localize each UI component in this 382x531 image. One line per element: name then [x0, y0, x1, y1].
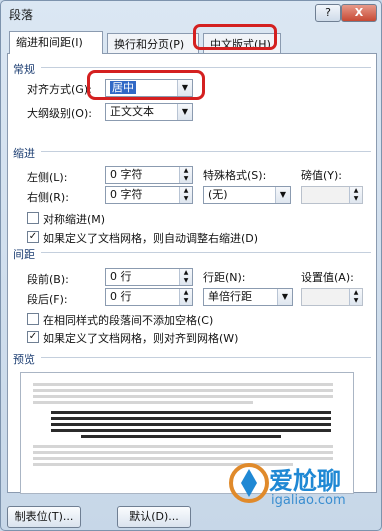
site-watermark: 爱尬聊 igaliao.com — [227, 453, 377, 523]
outline-level-select[interactable]: 正文文本 ▼ — [105, 103, 193, 121]
alignment-label: 对齐方式(G): — [27, 83, 92, 96]
preview-line — [33, 395, 333, 398]
red-highlight-asian-tab — [193, 24, 277, 50]
watermark-logo-icon — [229, 463, 269, 503]
preview-line — [51, 429, 331, 432]
title-bar[interactable]: 段落 ? X — [1, 1, 381, 27]
preview-line — [33, 383, 333, 386]
preview-line — [51, 417, 331, 420]
chevron-down-icon[interactable]: ▼ — [275, 187, 290, 203]
chevron-down-icon[interactable]: ▼ — [177, 104, 192, 120]
space-after-value: 0 行 — [110, 290, 132, 303]
help-button[interactable]: ? — [315, 4, 341, 22]
preview-line — [33, 401, 253, 404]
space-before-label: 段前(B): — [27, 273, 69, 286]
measure-input[interactable]: ▲ ▼ — [301, 186, 363, 204]
section-title-spacing: 间距 — [13, 248, 35, 261]
special-indent-select[interactable]: (无) ▼ — [203, 186, 291, 204]
divider — [41, 67, 371, 68]
snap-to-grid-checkbox[interactable]: ✓ — [27, 331, 39, 343]
left-indent-input[interactable]: 0 字符 ▲ ▼ — [105, 166, 193, 184]
special-indent-value: (无) — [208, 188, 228, 201]
preview-line — [33, 445, 333, 448]
tab-line-page-breaks[interactable]: 换行和分页(P) — [107, 33, 199, 53]
left-indent-label: 左侧(L): — [27, 171, 68, 184]
spinner-arrows-icon[interactable]: ▲ ▼ — [179, 289, 192, 305]
outline-level-value: 正文文本 — [110, 105, 154, 118]
divider — [41, 151, 371, 152]
chevron-down-icon[interactable]: ▼ — [277, 289, 292, 305]
watermark-text: 爱尬聊 — [269, 467, 341, 495]
outline-level-label: 大纲级别(O): — [27, 107, 92, 120]
preview-line — [51, 423, 331, 426]
section-title-general: 常规 — [13, 63, 35, 76]
no-space-same-style-checkbox[interactable] — [27, 313, 39, 325]
line-spacing-select[interactable]: 单倍行距 ▼ — [203, 288, 293, 306]
right-indent-input[interactable]: 0 字符 ▲ ▼ — [105, 186, 193, 204]
default-button[interactable]: 默认(D)... — [117, 506, 191, 528]
measure-label: 磅值(Y): — [301, 169, 343, 182]
tabs-button[interactable]: 制表位(T)... — [7, 506, 81, 528]
right-indent-label: 右侧(R): — [27, 191, 69, 204]
spinner-arrows-icon[interactable]: ▲ ▼ — [349, 289, 362, 305]
mirror-indents-checkbox[interactable] — [27, 212, 39, 224]
special-indent-label: 特殊格式(S): — [203, 169, 267, 182]
preview-line — [33, 389, 333, 392]
dialog-title: 段落 — [9, 8, 34, 22]
line-spacing-value: 单倍行距 — [208, 290, 252, 303]
spinner-arrows-icon[interactable]: ▲ ▼ — [179, 187, 192, 203]
tab-strip: 缩进和间距(I) 换行和分页(P) 中文版式(H) — [7, 29, 377, 54]
line-spacing-label: 行距(N): — [203, 271, 246, 284]
no-space-same-style-label: 在相同样式的段落间不添加空格(C) — [43, 314, 214, 327]
right-indent-value: 0 字符 — [110, 188, 143, 201]
section-title-preview: 预览 — [13, 353, 35, 366]
section-title-indent: 缩进 — [13, 147, 35, 160]
space-before-value: 0 行 — [110, 270, 132, 283]
divider — [41, 357, 371, 358]
mirror-indents-label: 对称缩进(M) — [43, 213, 106, 226]
line-spacing-at-input[interactable]: ▲ ▼ — [301, 288, 363, 306]
spinner-arrows-icon[interactable]: ▲ ▼ — [179, 167, 192, 183]
paragraph-dialog: 段落 ? X 缩进和间距(I) 换行和分页(P) 中文版式(H) 常规 对齐方式… — [0, 0, 382, 531]
spinner-arrows-icon[interactable]: ▲ ▼ — [179, 269, 192, 285]
red-highlight-alignment — [87, 70, 205, 100]
space-after-label: 段后(F): — [27, 293, 68, 306]
preview-line — [81, 435, 281, 438]
divider — [41, 252, 371, 253]
preview-line — [51, 411, 331, 414]
tab-indents-spacing[interactable]: 缩进和间距(I) — [9, 31, 103, 54]
snap-to-grid-label: 如果定义了文档网格，则对齐到网格(W) — [43, 332, 239, 345]
space-after-input[interactable]: 0 行 ▲ ▼ — [105, 288, 193, 306]
spinner-arrows-icon[interactable]: ▲ ▼ — [349, 187, 362, 203]
line-spacing-at-label: 设置值(A): — [301, 271, 354, 284]
left-indent-value: 0 字符 — [110, 168, 143, 181]
watermark-url: igaliao.com — [271, 493, 346, 508]
space-before-input[interactable]: 0 行 ▲ ▼ — [105, 268, 193, 286]
auto-adjust-right-indent-checkbox[interactable]: ✓ — [27, 231, 39, 243]
auto-adjust-right-indent-label: 如果定义了文档网格，则自动调整右缩进(D) — [43, 232, 259, 245]
close-button[interactable]: X — [341, 4, 377, 22]
